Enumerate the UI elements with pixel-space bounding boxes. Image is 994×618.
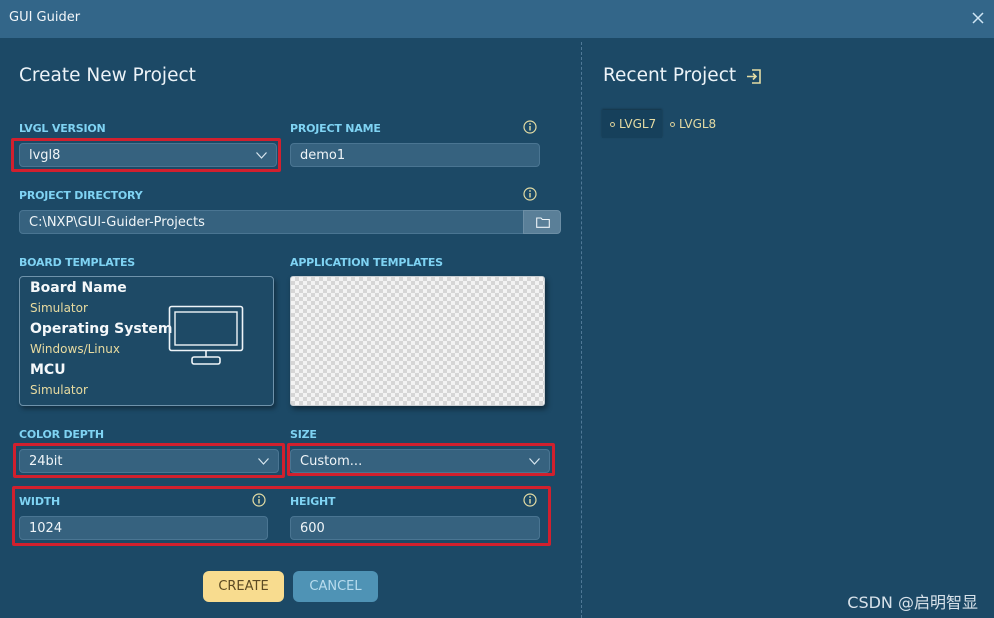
color-depth-select[interactable]: 24bit [19,449,279,473]
project-directory-label: PROJECT DIRECTORY [19,189,143,202]
info-icon[interactable] [523,187,537,201]
project-directory-input[interactable]: C:\NXP\GUI-Guider-Projects [19,210,525,234]
board-name-label: Board Name [30,280,127,296]
project-name-label: PROJECT NAME [290,122,381,135]
chevron-down-icon [256,152,267,159]
tab-label: LVGL7 [619,117,657,131]
lvgl-version-value: lvgl8 [29,148,61,163]
watermark: CSDN @启明智显 [847,593,978,612]
lvgl-version-label: LVGL VERSION [19,122,106,135]
recent-project-heading: Recent Project [603,65,737,86]
board-name-value: Simulator [30,301,88,315]
size-select[interactable]: Custom... [290,449,550,473]
close-icon[interactable] [968,8,988,28]
chevron-down-icon [258,458,269,465]
chevron-down-icon [529,458,540,465]
folder-icon [536,217,550,228]
info-icon[interactable] [252,493,266,507]
mcu-label: MCU [30,362,66,378]
info-icon[interactable] [523,120,537,134]
board-template-card[interactable]: Board Name Simulator Operating System Wi… [19,276,274,406]
color-depth-value: 24bit [29,454,63,469]
window-title: GUI Guider [9,10,81,25]
width-input[interactable]: 1024 [19,516,268,540]
os-value: Windows/Linux [30,342,120,356]
tab-dot-icon [610,122,615,127]
import-project-icon[interactable] [745,68,762,85]
height-value: 600 [300,521,325,536]
board-templates-label: BOARD TEMPLATES [19,256,136,269]
cancel-button[interactable]: CANCEL [293,571,378,602]
height-label: HEIGHT [290,495,336,508]
browse-folder-button[interactable] [523,210,561,234]
monitor-icon [168,305,244,365]
create-project-heading: Create New Project [19,65,196,86]
height-input[interactable]: 600 [290,516,540,540]
info-icon[interactable] [523,493,537,507]
tab-lvgl8[interactable]: LVGL8 [670,110,716,138]
size-label: SIZE [290,428,317,441]
width-label: WIDTH [19,495,61,508]
color-depth-label: COLOR DEPTH [19,428,104,441]
panel-divider [581,42,582,618]
title-bar: GUI Guider [0,0,994,38]
size-value: Custom... [300,454,363,469]
lvgl-version-select[interactable]: lvgl8 [19,143,277,167]
os-label: Operating System [30,321,173,337]
width-value: 1024 [29,521,63,536]
tab-label: LVGL8 [679,117,717,131]
application-template-preview[interactable] [290,276,545,406]
create-button[interactable]: CREATE [203,571,284,602]
tab-dot-icon [670,122,675,127]
tab-lvgl7[interactable]: LVGL7 [602,110,662,138]
project-name-input[interactable]: demo1 [290,143,540,167]
application-templates-label: APPLICATION TEMPLATES [290,256,443,269]
mcu-value: Simulator [30,383,88,397]
project-directory-value: C:\NXP\GUI-Guider-Projects [29,215,205,230]
project-name-value: demo1 [300,148,346,163]
